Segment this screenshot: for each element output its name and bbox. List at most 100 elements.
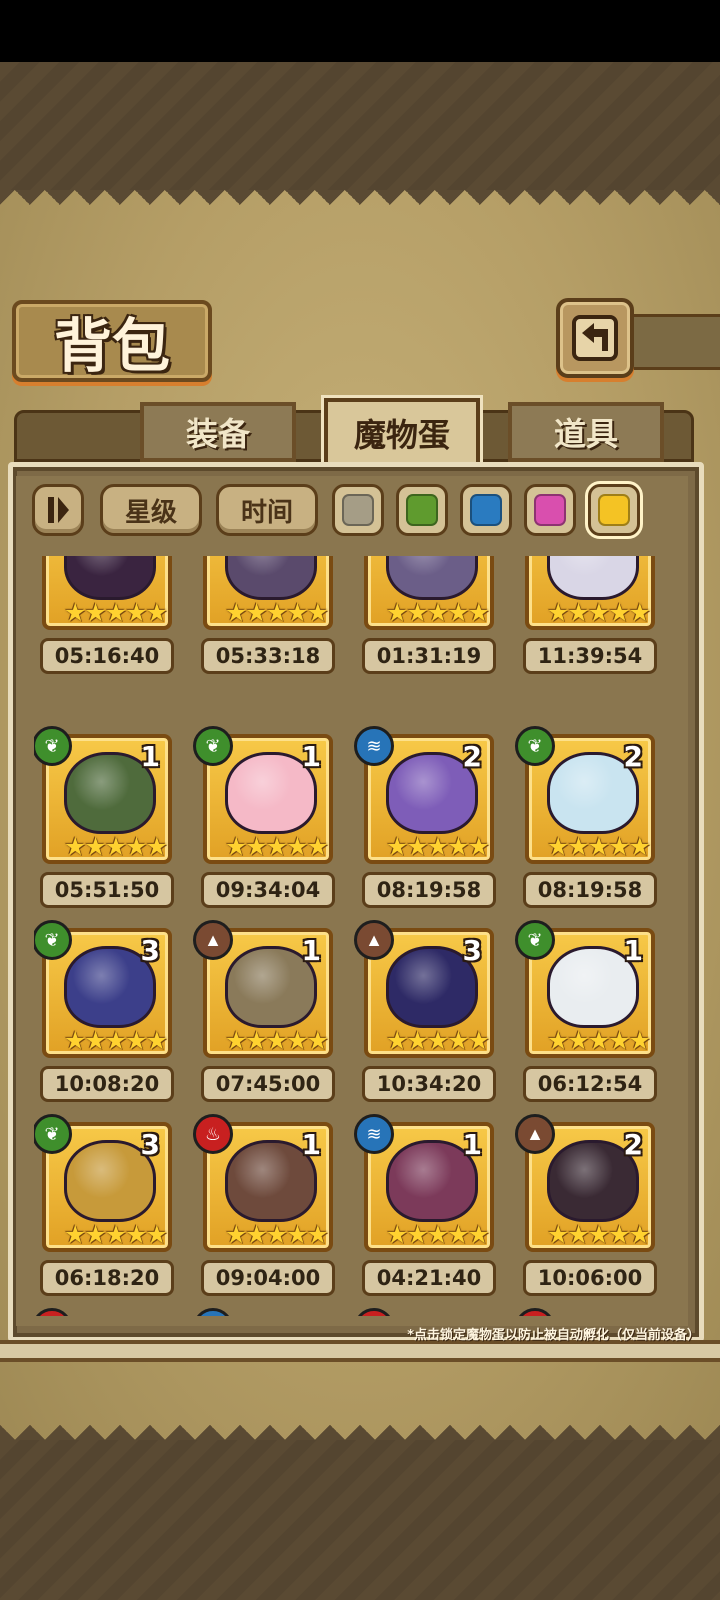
star-rating: ★ ★ ★ ★ ★	[56, 1221, 169, 1249]
star-icon: ★	[587, 1221, 611, 1249]
star-icon: ★	[265, 1221, 289, 1249]
egg-card[interactable]: ★ ★ ★ ★ ★ 2 ❦ 08:19:58	[515, 726, 665, 920]
hatch-timer: 04:21:40	[362, 1260, 496, 1296]
torn-edge-bottom	[0, 1410, 720, 1440]
egg-card[interactable]: ★ ★ ★ ★ ★ 1 ≋ 04:21:40	[354, 1114, 504, 1308]
page-title-plate: 背包	[12, 300, 212, 382]
grass-element-icon: ❦	[515, 726, 555, 766]
egg-grid-viewport[interactable]: ★ ★ ★ ★ ★ 05:16:40 ★ ★ ★ ★ ★ 05:33:18 ★ ★ ★ ★ ★ 01:31:19 ★…	[34, 556, 684, 1316]
star-icon: ★	[63, 833, 87, 861]
star-icon: ★	[224, 1027, 248, 1055]
egg-art	[64, 556, 156, 600]
star-rating: ★ ★ ★ ★ ★	[56, 833, 168, 861]
swatch-fill-yellow	[598, 494, 630, 526]
sort-order-button[interactable]	[32, 484, 84, 536]
star-icon: ★	[245, 1027, 268, 1055]
swatch-fill-blue	[470, 494, 502, 526]
star-icon: ★	[84, 599, 107, 627]
star-icon: ★	[546, 1027, 570, 1055]
sort-by-time-button[interactable]: 时间	[216, 484, 318, 536]
hatch-timer: 05:16:40	[40, 638, 174, 674]
star-icon: ★	[406, 833, 429, 861]
egg-card[interactable]: ★ ★ ★ ★ ★ 1 ♨ 09:04:00	[193, 1114, 343, 1308]
star-icon: ★	[426, 833, 450, 861]
egg-count: 1	[301, 740, 321, 773]
tab-monster-eggs[interactable]: 魔物蛋	[324, 398, 480, 468]
star-icon: ★	[125, 599, 148, 627]
egg-card[interactable]: ★ ★ ★ ★ ★ 2 ▲ 10:06:00	[515, 1114, 665, 1308]
egg-frame: ★ ★ ★ ★ ★	[42, 556, 172, 630]
star-icon: ★	[567, 1027, 590, 1055]
hatch-timer: 08:19:58	[362, 872, 496, 908]
star-icon: ★	[125, 1027, 148, 1055]
egg-card[interactable]: ★ ★ ★ ★ ★ 05:16:40	[34, 556, 182, 686]
swatch-fill-gray	[342, 494, 374, 526]
egg-card[interactable]: ★ ★ ★ ★ ★ 1 ▲ 07:45:00	[193, 920, 343, 1114]
star-icon: ★	[447, 833, 470, 861]
egg-card[interactable]: ★ ★ ★ ★ ★ 05:33:18	[195, 556, 343, 686]
sort-by-star-button[interactable]: 星级	[100, 484, 202, 536]
grass-element-icon: ❦	[515, 920, 555, 960]
filter-color-gray[interactable]	[332, 484, 384, 536]
star-icon: ★	[426, 1027, 450, 1055]
star-icon: ★	[104, 599, 128, 627]
star-icon: ★	[467, 1221, 491, 1249]
egg-card[interactable]: ★ ★ ★ ★ ★ 3 ❦ 10:08:20	[34, 920, 182, 1114]
hatch-timer: 10:06:00	[523, 1260, 657, 1296]
star-icon: ★	[447, 1027, 470, 1055]
star-rating: ★ ★ ★ ★ ★	[378, 833, 490, 861]
fire-element-icon: ♨	[193, 1114, 233, 1154]
egg-card[interactable]: ★ ★ ★ ★ ★ 1 ❦ 06:12:54	[515, 920, 665, 1114]
hatch-timer: 09:34:04	[201, 872, 335, 908]
egg-card[interactable]: ★ ★ ★ ★ ★ 1 ❦ 05:51:50	[34, 726, 182, 920]
egg-frame: ★ ★ ★ ★ ★	[364, 556, 494, 630]
egg-card[interactable]: ★ ★ ★ ★ ★ 3 ❦ 06:18:20	[34, 1114, 182, 1308]
earth-element-icon: ▲	[515, 1114, 555, 1154]
star-rating: ★ ★ ★ ★ ★	[539, 1221, 651, 1249]
star-icon: ★	[245, 833, 268, 861]
filter-color-green[interactable]	[396, 484, 448, 536]
egg-count: 1	[623, 934, 643, 967]
star-icon: ★	[104, 1221, 128, 1249]
torn-edge-top	[0, 190, 720, 220]
star-icon: ★	[224, 833, 248, 861]
star-icon: ★	[608, 833, 631, 861]
egg-card[interactable]: ★ ★ ★ ★ ★ 1 ❦ 09:34:04	[193, 726, 343, 920]
star-icon: ★	[265, 1027, 289, 1055]
tab-items[interactable]: 道具	[508, 402, 664, 462]
filter-color-blue[interactable]	[460, 484, 512, 536]
star-icon: ★	[567, 599, 590, 627]
star-icon: ★	[245, 1221, 268, 1249]
star-icon: ★	[84, 1221, 107, 1249]
auto-hatch-notice: *点击锁定魔物蛋以防止被自动孵化（仅当前设备）	[407, 1328, 700, 1343]
back-button[interactable]	[556, 298, 634, 378]
filter-color-yellow[interactable]	[588, 484, 640, 536]
egg-card[interactable]: ★ ★ ★ ★ ★ 01:31:19	[356, 556, 504, 686]
filter-color-pink[interactable]	[524, 484, 576, 536]
egg-count: 1	[140, 740, 160, 773]
star-icon: ★	[286, 833, 309, 861]
egg-count: 2	[623, 1128, 643, 1161]
status-bar	[0, 0, 720, 62]
hatch-timer: 11:39:54	[523, 638, 657, 674]
egg-card[interactable]: ★ ★ ★ ★ ★ 11:39:54	[517, 556, 665, 686]
star-icon: ★	[628, 599, 652, 627]
star-icon: ★	[608, 1221, 631, 1249]
star-icon: ★	[265, 833, 289, 861]
egg-frame: ★ ★ ★ ★ ★	[203, 556, 333, 630]
star-icon: ★	[587, 1027, 611, 1055]
star-icon: ★	[306, 1027, 330, 1055]
egg-card[interactable]: ★ ★ ★ ★ ★ 3 ▲ 10:34:20	[354, 920, 504, 1114]
page-title: 背包	[53, 312, 170, 380]
star-icon: ★	[104, 833, 128, 861]
star-icon: ★	[63, 1027, 87, 1055]
star-rating: ★ ★ ★ ★ ★	[56, 599, 169, 627]
star-icon: ★	[145, 1221, 169, 1249]
egg-card[interactable]: ★ ★ ★ ★ ★ 2 ≋ 08:19:58	[354, 726, 504, 920]
star-icon: ★	[546, 1221, 570, 1249]
star-icon: ★	[145, 599, 169, 627]
star-rating: ★ ★ ★ ★ ★	[378, 1027, 490, 1055]
tab-equipment[interactable]: 装备	[140, 402, 296, 462]
star-icon: ★	[84, 833, 107, 861]
star-rating: ★ ★ ★ ★ ★	[539, 1027, 651, 1055]
